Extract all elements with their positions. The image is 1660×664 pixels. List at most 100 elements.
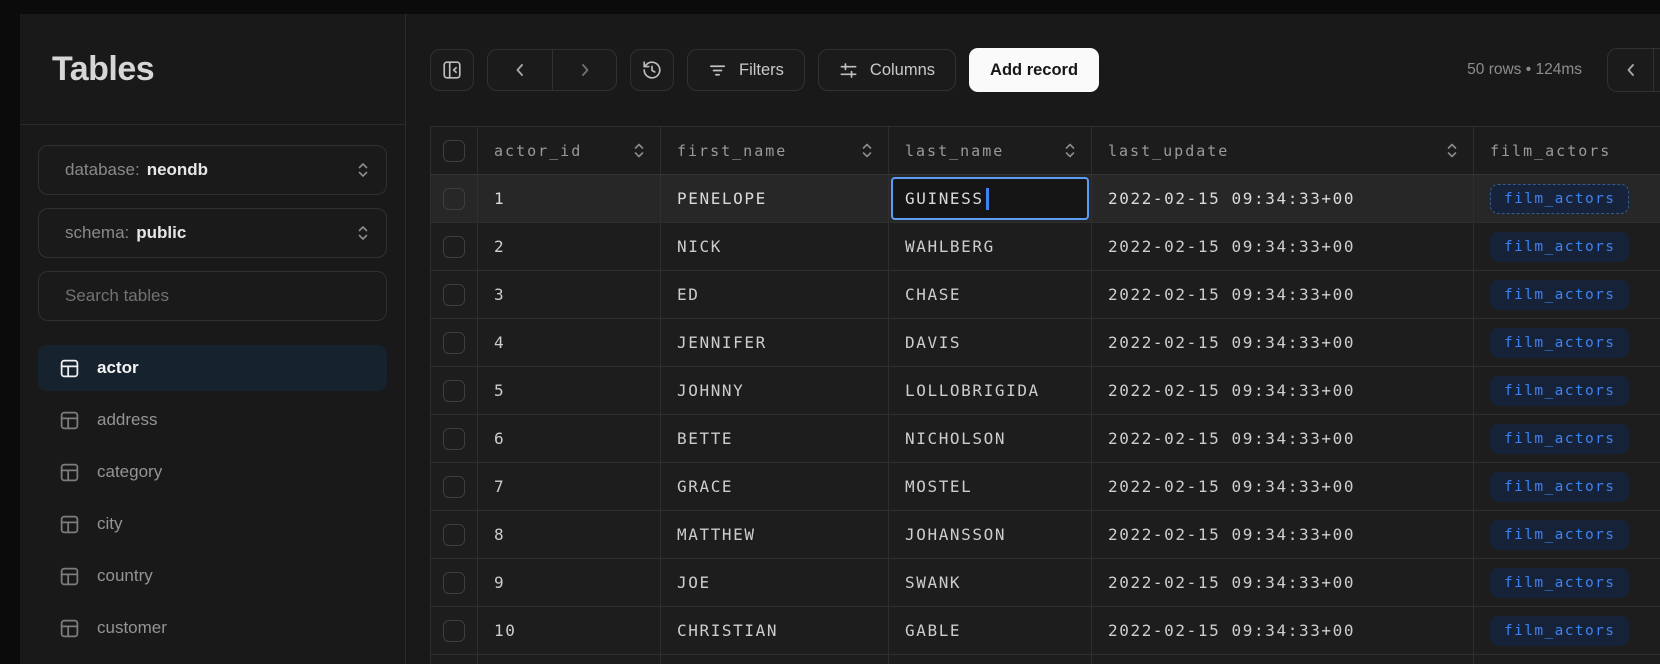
column-header-last-name[interactable]: last_name xyxy=(889,127,1092,175)
select-all-checkbox[interactable] xyxy=(443,140,465,162)
row-checkbox[interactable] xyxy=(443,428,465,450)
cell-film-actors: film_actors xyxy=(1474,367,1660,415)
cell-last-name[interactable] xyxy=(889,655,1092,664)
cell-first-name[interactable]: GRACE xyxy=(661,463,889,511)
column-header-first-name[interactable]: first_name xyxy=(661,127,889,175)
chevron-right-icon xyxy=(577,62,593,78)
cell-first-name[interactable]: MATTHEW xyxy=(661,511,889,559)
row-checkbox[interactable] xyxy=(443,236,465,258)
sidebar-item-category[interactable]: category xyxy=(38,449,387,495)
cell-last-name[interactable]: NICHOLSON xyxy=(889,415,1092,463)
cell-last-name[interactable]: SWANK xyxy=(889,559,1092,607)
cell-last-name[interactable]: DAVIS xyxy=(889,319,1092,367)
collapse-sidebar-button[interactable] xyxy=(430,49,474,91)
history-button[interactable] xyxy=(630,49,674,91)
cell-actor-id[interactable]: 7 xyxy=(478,463,661,511)
cell-actor-id[interactable]: 4 xyxy=(478,319,661,367)
column-header-film-actors[interactable]: film_actors xyxy=(1474,127,1660,175)
cell-last-update[interactable]: 2022-02-15 09:34:33+00 xyxy=(1092,607,1474,655)
cell-last-name[interactable]: LOLLOBRIGIDA xyxy=(889,367,1092,415)
cell-last-update[interactable]: 2022-02-15 09:34:33+00 xyxy=(1092,511,1474,559)
next-page-button[interactable] xyxy=(552,50,616,90)
row-checkbox-cell xyxy=(431,607,478,655)
sidebar-item-actor[interactable]: actor xyxy=(38,345,387,391)
cell-last-update[interactable]: 2022-02-15 09:34:33+00 xyxy=(1092,463,1474,511)
cell-first-name[interactable]: JENNIFER xyxy=(661,319,889,367)
film-actors-badge[interactable]: film_actors xyxy=(1490,184,1629,214)
expand-right-pane-button[interactable] xyxy=(1653,49,1660,91)
film-actors-badge[interactable]: film_actors xyxy=(1490,376,1629,406)
sort-icon[interactable] xyxy=(632,142,646,159)
schema-select[interactable]: schema: public xyxy=(38,208,387,258)
cell-last-name[interactable]: GABLE xyxy=(889,607,1092,655)
cell-first-name[interactable]: JOE xyxy=(661,559,889,607)
cell-first-name[interactable]: PENELOPE xyxy=(661,175,889,223)
sort-icon[interactable] xyxy=(1063,142,1077,159)
cell-last-update[interactable]: 2022-02-15 09:34:33+00 xyxy=(1092,271,1474,319)
film-actors-badge[interactable]: film_actors xyxy=(1490,472,1629,502)
cell-first-name[interactable]: ED xyxy=(661,271,889,319)
cell-actor-id[interactable]: 8 xyxy=(478,511,661,559)
film-actors-badge[interactable]: film_actors xyxy=(1490,616,1629,646)
cell-last-name[interactable]: WAHLBERG xyxy=(889,223,1092,271)
cell-actor-id[interactable] xyxy=(478,655,661,664)
cell-first-name[interactable]: NICK xyxy=(661,223,889,271)
cell-last-update[interactable]: 2022-02-15 09:34:33+00 xyxy=(1092,367,1474,415)
row-checkbox-cell xyxy=(431,175,478,223)
cell-last-update[interactable]: 2022-02-15 09:34:33+00 xyxy=(1092,319,1474,367)
cell-last-name[interactable]: GUINESS xyxy=(889,175,1092,223)
collapse-right-pane-button[interactable] xyxy=(1608,49,1653,91)
cell-actor-id[interactable]: 6 xyxy=(478,415,661,463)
sidebar-item-country[interactable]: country xyxy=(38,553,387,599)
row-checkbox[interactable] xyxy=(443,380,465,402)
film-actors-badge[interactable]: film_actors xyxy=(1490,280,1629,310)
cell-actor-id[interactable]: 9 xyxy=(478,559,661,607)
cell-first-name[interactable] xyxy=(661,655,889,664)
cell-actor-id[interactable]: 1 xyxy=(478,175,661,223)
cell-actor-id[interactable]: 5 xyxy=(478,367,661,415)
film-actors-badge[interactable]: film_actors xyxy=(1490,568,1629,598)
cell-last-name[interactable]: CHASE xyxy=(889,271,1092,319)
film-actors-badge[interactable]: film_actors xyxy=(1490,424,1629,454)
database-select[interactable]: database: neondb xyxy=(38,145,387,195)
columns-button[interactable]: Columns xyxy=(818,49,956,91)
sort-icon[interactable] xyxy=(1445,142,1459,159)
cell-actor-id[interactable]: 2 xyxy=(478,223,661,271)
cell-last-update[interactable]: 2022-02-15 09:34:33+00 xyxy=(1092,415,1474,463)
chevron-updown-icon xyxy=(356,161,370,179)
film-actors-badge[interactable]: film_actors xyxy=(1490,232,1629,262)
row-checkbox[interactable] xyxy=(443,524,465,546)
row-checkbox[interactable] xyxy=(443,284,465,306)
cell-last-update[interactable]: 2022-02-15 09:34:33+00 xyxy=(1092,175,1474,223)
cell-last-name[interactable]: MOSTEL xyxy=(889,463,1092,511)
cell-first-name[interactable]: BETTE xyxy=(661,415,889,463)
cell-first-name[interactable]: CHRISTIAN xyxy=(661,607,889,655)
add-record-button[interactable]: Add record xyxy=(969,48,1099,92)
cell-film-actors: film_actors xyxy=(1474,319,1660,367)
cell-actor-id[interactable]: 3 xyxy=(478,271,661,319)
cell-last-update[interactable]: 2022-02-15 09:34:33+00 xyxy=(1092,223,1474,271)
previous-page-button[interactable] xyxy=(488,50,552,90)
cell-editor[interactable]: GUINESS xyxy=(891,177,1089,220)
chevron-left-icon xyxy=(1623,62,1639,78)
column-header-last-update[interactable]: last_update xyxy=(1092,127,1474,175)
film-actors-badge[interactable]: film_actors xyxy=(1490,520,1629,550)
cell-last-update[interactable]: 2022-02-15 09:34:33+00 xyxy=(1092,559,1474,607)
sort-icon[interactable] xyxy=(860,142,874,159)
sidebar-item-customer[interactable]: customer xyxy=(38,605,387,651)
row-checkbox[interactable] xyxy=(443,188,465,210)
row-checkbox[interactable] xyxy=(443,620,465,642)
cell-last-name[interactable]: JOHANSSON xyxy=(889,511,1092,559)
film-actors-badge[interactable]: film_actors xyxy=(1490,328,1629,358)
search-tables-input[interactable] xyxy=(39,272,386,320)
filters-button[interactable]: Filters xyxy=(687,49,805,91)
row-checkbox[interactable] xyxy=(443,476,465,498)
sidebar-item-address[interactable]: address xyxy=(38,397,387,443)
cell-first-name[interactable]: JOHNNY xyxy=(661,367,889,415)
column-header-actor-id[interactable]: actor_id xyxy=(478,127,661,175)
cell-actor-id[interactable]: 10 xyxy=(478,607,661,655)
row-checkbox[interactable] xyxy=(443,332,465,354)
cell-last-update[interactable] xyxy=(1092,655,1474,664)
sidebar-item-city[interactable]: city xyxy=(38,501,387,547)
row-checkbox[interactable] xyxy=(443,572,465,594)
